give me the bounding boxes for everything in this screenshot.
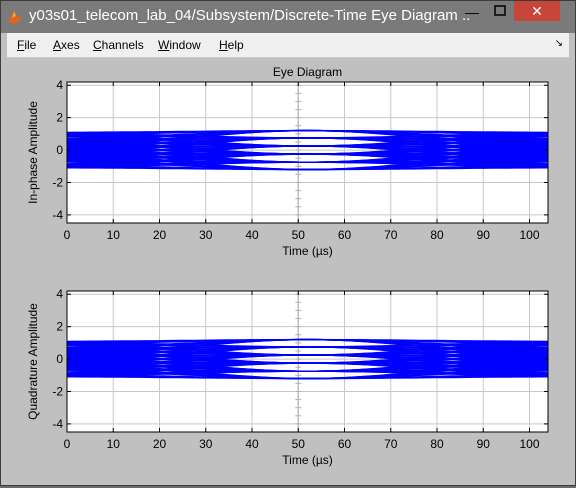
x-tick-label: 60: [338, 228, 352, 242]
x-tick-label: 50: [292, 228, 306, 242]
x-tick-label: 30: [199, 228, 213, 242]
y-tick-label: 2: [56, 320, 63, 334]
x-tick-label: 90: [477, 228, 491, 242]
y-tick-label: -4: [52, 417, 63, 431]
x-tick-label: 60: [338, 437, 352, 451]
y-tick-label: 0: [56, 143, 63, 157]
matlab-icon: [6, 8, 24, 26]
y-tick-label: -4: [52, 208, 63, 222]
x-tick-label: 100: [519, 437, 539, 451]
y-tick-label: 0: [56, 352, 63, 366]
x-tick-label: 10: [107, 228, 121, 242]
menu-bar: File Axes Channels Window Help ↘: [7, 33, 569, 58]
chart-title: Eye Diagram: [273, 65, 342, 79]
x-tick-label: 40: [245, 437, 259, 451]
x-tick-label: 0: [64, 437, 71, 451]
x-tick-label: 10: [107, 437, 121, 451]
menu-file[interactable]: File: [17, 38, 36, 52]
x-tick-label: 70: [384, 228, 398, 242]
window-title: y03s01_telecom_lab_04/Subsystem/Discrete…: [29, 7, 469, 24]
x-tick-label: 20: [153, 437, 167, 451]
y-axis-label: In-phase Amplitude: [26, 101, 40, 204]
x-tick-label: 90: [477, 437, 491, 451]
dock-icon[interactable]: ↘: [555, 38, 563, 49]
y-tick-label: 2: [56, 111, 63, 125]
x-tick-label: 20: [153, 228, 167, 242]
y-axis-label: Quadrature Amplitude: [26, 303, 40, 420]
eye-axes-1: 0102030405060708090100420-2-4Eye Diagram…: [26, 65, 548, 258]
menu-window[interactable]: Window: [158, 38, 201, 52]
menu-axes[interactable]: Axes: [53, 38, 80, 52]
maximize-icon: [494, 5, 506, 17]
y-tick-label: 4: [56, 287, 63, 301]
app-window: y03s01_telecom_lab_04/Subsystem/Discrete…: [0, 0, 576, 486]
x-tick-label: 100: [519, 228, 539, 242]
y-tick-label: 4: [56, 78, 63, 92]
maximize-button[interactable]: [487, 1, 513, 21]
y-tick-label: -2: [52, 384, 63, 398]
eye-axes-2: 0102030405060708090100420-2-4Time (µs)Qu…: [26, 287, 548, 467]
x-tick-label: 40: [245, 228, 259, 242]
x-tick-label: 80: [430, 437, 444, 451]
x-tick-label: 0: [64, 228, 71, 242]
x-axis-label: Time (µs): [282, 244, 332, 258]
title-bar[interactable]: y03s01_telecom_lab_04/Subsystem/Discrete…: [1, 1, 575, 33]
menu-channels[interactable]: Channels: [93, 38, 144, 52]
x-axis-label: Time (µs): [282, 453, 332, 467]
x-tick-label: 80: [430, 228, 444, 242]
y-tick-label: -2: [52, 175, 63, 189]
x-tick-label: 30: [199, 437, 213, 451]
x-tick-label: 70: [384, 437, 398, 451]
close-button[interactable]: ✕: [514, 1, 560, 21]
minimize-button[interactable]: —: [459, 1, 485, 21]
x-tick-label: 50: [292, 437, 306, 451]
figure-area: 0102030405060708090100420-2-4Eye Diagram…: [7, 58, 569, 483]
figure-canvas: 0102030405060708090100420-2-4Eye Diagram…: [7, 58, 569, 483]
menu-help[interactable]: Help: [219, 38, 244, 52]
